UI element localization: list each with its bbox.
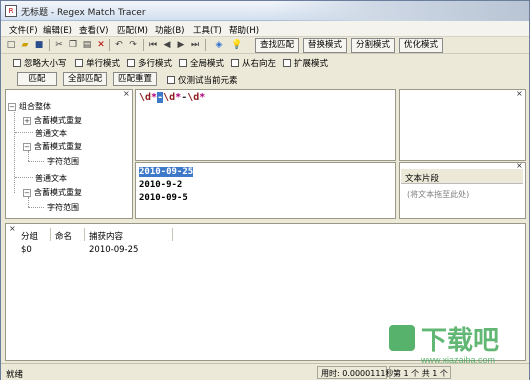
status-position: 第 1 个 共 1 个 — [389, 366, 451, 379]
window-title: 无标题 - Regex Match Tracer — [21, 8, 146, 18]
delete-icon[interactable]: ✕ — [95, 39, 107, 51]
collapse-icon[interactable]: − — [23, 142, 31, 151]
copy-icon[interactable]: ❐ — [67, 39, 79, 51]
tree-connector — [28, 151, 29, 161]
expand-icon[interactable]: + — [23, 116, 31, 125]
tree-connector — [15, 132, 33, 133]
replace-mode-button[interactable]: 替换模式 — [303, 38, 347, 53]
checkbox[interactable] — [283, 59, 291, 67]
column-header-name[interactable]: 命名 — [51, 228, 85, 242]
checkbox[interactable] — [75, 59, 83, 67]
regex-helper-icon[interactable]: ◈ — [213, 39, 225, 51]
option-extended[interactable]: 扩展模式 — [283, 57, 328, 69]
close-icon[interactable]: × — [9, 224, 16, 233]
option-ignore-case[interactable]: 忽略大小写 — [13, 57, 67, 69]
toolbar-separator — [49, 39, 50, 51]
status-ready: 就绪 — [6, 370, 24, 380]
option-multi-line[interactable]: 多行模式 — [127, 57, 172, 69]
menu-help[interactable]: 帮助(H) — [229, 24, 259, 36]
title-bar[interactable]: R 无标题 - Regex Match Tracer — [1, 1, 529, 21]
regex-token: \d — [163, 92, 176, 103]
first-match-icon[interactable]: ⏮ — [147, 39, 159, 51]
options-bar: 忽略大小写 单行模式 多行模式 全局模式 从右向左 扩展模式 — [1, 54, 529, 70]
menu-match[interactable]: 匹配(M) — [117, 24, 148, 36]
toolbar-separator — [143, 39, 144, 51]
column-header-capture[interactable]: 捕获内容 — [85, 228, 173, 242]
open-folder-icon[interactable]: ▰ — [19, 39, 31, 51]
next-match-icon[interactable]: ▶ — [175, 39, 187, 51]
regex-quantifier: * — [199, 92, 206, 103]
regex-input[interactable]: \d*-\d*-\d* — [139, 92, 205, 103]
checkbox[interactable] — [13, 59, 21, 67]
checkbox[interactable] — [179, 59, 187, 67]
tree-item[interactable]: 字符范围 — [47, 156, 79, 167]
menu-view[interactable]: 查看(V) — [79, 24, 108, 36]
tree-item[interactable]: 普通文本 — [35, 173, 67, 184]
app-icon: R — [5, 5, 17, 17]
match-button[interactable]: 匹配 — [17, 72, 57, 86]
snippet-title: 文本片段 — [401, 169, 523, 184]
paste-icon[interactable]: ▤ — [81, 39, 93, 51]
tree-item[interactable]: − 含蓄模式重复 — [23, 141, 82, 152]
collapse-icon[interactable]: − — [8, 102, 16, 111]
collapse-icon[interactable]: − — [23, 188, 31, 197]
tree-connector — [15, 177, 33, 178]
side-preview-pane — [399, 89, 526, 161]
status-time: 用时: 0.0000111秒 — [317, 366, 394, 379]
option-single-line[interactable]: 单行模式 — [75, 57, 120, 69]
match-all-button[interactable]: 全部匹配 — [63, 72, 107, 86]
close-icon[interactable]: × — [516, 89, 523, 98]
checkbox[interactable] — [231, 59, 239, 67]
snippet-placeholder: (将文本拖至此处) — [407, 190, 470, 199]
option-right-to-left[interactable]: 从右向左 — [231, 57, 276, 69]
text-line[interactable]: 2010-09-5 — [139, 193, 188, 203]
column-header-group[interactable]: 分组 — [17, 228, 51, 242]
prev-match-icon[interactable]: ◀ — [161, 39, 173, 51]
tree-connector — [14, 109, 15, 193]
text-line[interactable]: 2010-9-2 — [139, 180, 182, 190]
app-window: R 无标题 - Regex Match Tracer 文件(F) 编辑(E) 查… — [0, 0, 530, 380]
action-bar: 匹配 全部匹配 匹配重置 仅测试当前元素 — [1, 70, 529, 87]
match-reset-button[interactable]: 匹配重置 — [113, 72, 157, 86]
tree-item[interactable]: + 含蓄模式重复 — [23, 115, 82, 126]
menu-bar: 文件(F) 编辑(E) 查看(V) 匹配(M) 功能(B) 工具(T) 帮助(H… — [1, 21, 529, 37]
optimize-mode-button[interactable]: 优化模式 — [399, 38, 443, 53]
menu-tools[interactable]: 工具(T) — [193, 24, 222, 36]
results-pane — [5, 223, 526, 361]
tree-root[interactable]: − 组合整体 — [8, 101, 51, 112]
tree-item[interactable]: 字符范围 — [47, 202, 79, 213]
tip-bulb-icon[interactable]: 💡 — [231, 39, 243, 51]
redo-icon[interactable]: ↷ — [127, 39, 139, 51]
split-mode-button[interactable]: 分割模式 — [351, 38, 395, 53]
undo-icon[interactable]: ↶ — [113, 39, 125, 51]
toolbar-separator — [109, 39, 110, 51]
tree-connector — [28, 197, 29, 207]
status-bar: 就绪 用时: 0.0000111秒 第 1 个 共 1 个 — [1, 363, 529, 380]
tree-connector — [28, 207, 44, 208]
regex-token: \d — [139, 92, 152, 103]
last-match-icon[interactable]: ⏭ — [189, 39, 201, 51]
checkbox[interactable] — [127, 59, 135, 67]
tree-item[interactable]: − 含蓄模式重复 — [23, 187, 82, 198]
new-file-icon[interactable]: □ — [5, 39, 17, 51]
option-global[interactable]: 全局模式 — [179, 57, 224, 69]
text-line-matched[interactable]: 2010-09-25 — [139, 167, 194, 177]
titlebar-blur — [269, 1, 529, 21]
menu-file[interactable]: 文件(F) — [9, 24, 38, 36]
toolbar-separator — [205, 39, 206, 51]
result-capture-cell[interactable]: 2010-09-25 — [89, 245, 138, 255]
cut-icon[interactable]: ✂ — [53, 39, 65, 51]
tree-connector — [28, 161, 44, 162]
checkbox[interactable] — [167, 76, 175, 84]
option-test-current[interactable]: 仅测试当前元素 — [167, 74, 238, 86]
menu-function[interactable]: 功能(B) — [155, 24, 184, 36]
close-icon[interactable]: × — [123, 89, 130, 98]
menu-edit[interactable]: 编辑(E) — [43, 24, 72, 36]
result-group-cell[interactable]: $0 — [21, 245, 32, 255]
toolbar: □ ▰ ■ ✂ ❐ ▤ ✕ ↶ ↷ ⏮ ◀ ▶ ⏭ ◈ 💡 查找匹配 替换模式 … — [1, 37, 529, 54]
save-icon[interactable]: ■ — [33, 39, 45, 51]
regex-token: \d — [187, 92, 200, 103]
find-match-mode-button[interactable]: 查找匹配 — [255, 38, 299, 53]
tree-item[interactable]: 普通文本 — [35, 128, 67, 139]
